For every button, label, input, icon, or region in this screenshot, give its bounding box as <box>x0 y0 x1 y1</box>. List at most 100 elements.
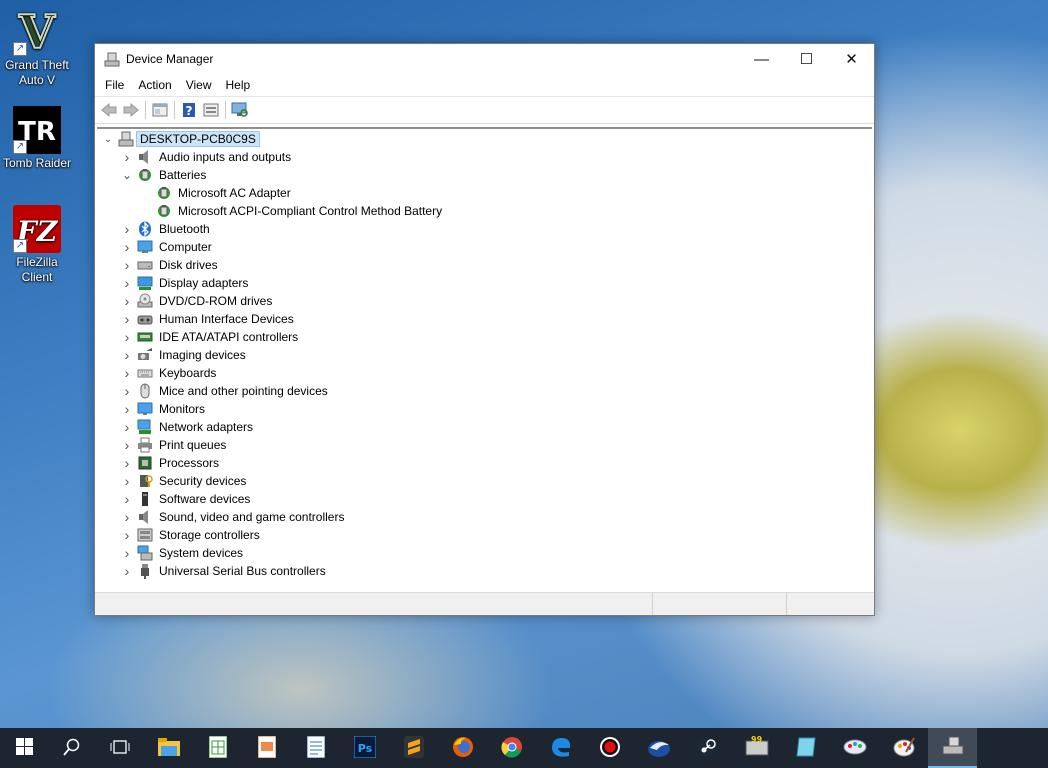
desktop-icon-filezilla[interactable]: FZ ↗ FileZilla Client <box>0 205 74 285</box>
help-button[interactable]: ? <box>178 99 200 121</box>
taskbar-button-steam[interactable] <box>683 728 732 768</box>
device-manager-icon <box>104 51 120 67</box>
tree-category-row[interactable]: › Bluetooth <box>97 220 872 238</box>
tree-category-row[interactable]: › Sound, video and game controllers <box>97 508 872 526</box>
desktop-icon-tomb-raider[interactable]: TR ↗ Tomb Raider <box>0 106 74 171</box>
chevron-right-icon[interactable]: › <box>121 526 133 544</box>
tree-device-row[interactable]: Microsoft ACPI-Compliant Control Method … <box>97 202 872 220</box>
tree-device-row[interactable]: Microsoft AC Adapter <box>97 184 872 202</box>
tree-category-row[interactable]: › Keyboards <box>97 364 872 382</box>
maximize-button[interactable]: ☐ <box>784 44 829 74</box>
status-pane-main <box>95 593 653 615</box>
chevron-right-icon[interactable]: › <box>121 472 133 490</box>
tree-category-row[interactable]: › IDE ATA/ATAPI controllers <box>97 328 872 346</box>
tree-category-row[interactable]: › Print queues <box>97 436 872 454</box>
taskbar-button-file-explorer[interactable] <box>144 728 193 768</box>
app-icon <box>795 736 817 761</box>
scan-hardware-button[interactable] <box>229 99 251 121</box>
monitor-tool-icon: 99 <box>745 735 769 761</box>
tree-root-row[interactable]: ⌄ DESKTOP-PCB0C9S <box>97 130 872 148</box>
taskbar-button-edge[interactable] <box>536 728 585 768</box>
tree-category-row[interactable]: › DVD/CD-ROM drives <box>97 292 872 310</box>
chevron-right-icon[interactable]: › <box>121 256 133 274</box>
tree-category-row[interactable]: › Software devices <box>97 490 872 508</box>
device-tree-panel[interactable]: ⌄ DESKTOP-PCB0C9S › Audio inputs and outp… <box>97 127 872 591</box>
properties-button[interactable] <box>149 99 171 121</box>
taskbar-button-sublime-text[interactable] <box>389 728 438 768</box>
chevron-right-icon[interactable]: › <box>121 220 133 238</box>
details-button[interactable] <box>200 99 222 121</box>
tree-category-row[interactable]: › Security devices <box>97 472 872 490</box>
minimize-button[interactable]: — <box>739 44 784 74</box>
chevron-right-icon[interactable]: › <box>121 382 133 400</box>
chevron-right-icon[interactable]: › <box>121 490 133 508</box>
menu-view[interactable]: View <box>179 74 219 96</box>
chevron-right-icon[interactable]: › <box>121 400 133 418</box>
desktop-icon-gta-v[interactable]: V ↗ Grand Theft Auto V <box>0 4 74 88</box>
taskbar-button-screen-recorder[interactable] <box>585 728 634 768</box>
taskbar-button-chrome[interactable] <box>487 728 536 768</box>
taskbar-button-spreadsheet[interactable] <box>193 728 242 768</box>
chevron-right-icon[interactable]: › <box>121 364 133 382</box>
taskbar-button-presentation[interactable] <box>242 728 291 768</box>
tree-category-row[interactable]: › Processors <box>97 454 872 472</box>
tree-category-row[interactable]: › Disk drives <box>97 256 872 274</box>
taskbar-button-search[interactable] <box>48 728 96 768</box>
tree-category-row[interactable]: › Storage controllers <box>97 526 872 544</box>
close-button[interactable]: ✕ <box>829 44 874 74</box>
chevron-right-icon[interactable]: › <box>121 418 133 436</box>
svg-text:Ps: Ps <box>357 742 372 755</box>
taskbar-button-start[interactable] <box>0 728 48 768</box>
taskbar-button-device-manager[interactable] <box>928 728 977 768</box>
tree-category-row[interactable]: › Display adapters <box>97 274 872 292</box>
chevron-right-icon[interactable]: › <box>121 544 133 562</box>
taskbar-button-thunderbird[interactable] <box>634 728 683 768</box>
taskbar-button-task-view[interactable] <box>96 728 144 768</box>
back-button[interactable] <box>98 99 120 121</box>
menu-bar: File Action View Help <box>95 74 874 97</box>
chevron-down-icon[interactable]: ⌄ <box>102 130 114 148</box>
desktop-icon-label: Grand Theft Auto V <box>5 58 69 87</box>
menu-action[interactable]: Action <box>131 74 178 96</box>
chevron-right-icon[interactable]: › <box>121 148 133 166</box>
tree-category-row[interactable]: › Human Interface Devices <box>97 310 872 328</box>
tree-category-row[interactable]: › Monitors <box>97 400 872 418</box>
forward-button[interactable] <box>120 99 142 121</box>
tree-category-row[interactable]: › Network adapters <box>97 418 872 436</box>
tree-category-label: IDE ATA/ATAPI controllers <box>159 330 299 344</box>
tree-category-label: Storage controllers <box>159 528 260 542</box>
tree-category-row[interactable]: › Universal Serial Bus controllers <box>97 562 872 580</box>
tree-category-row[interactable]: › Mice and other pointing devices <box>97 382 872 400</box>
title-bar[interactable]: Device Manager — ☐ ✕ <box>95 44 874 74</box>
chevron-right-icon[interactable]: › <box>121 508 133 526</box>
tree-category-label: Human Interface Devices <box>159 312 294 326</box>
chevron-right-icon[interactable]: › <box>121 238 133 256</box>
menu-file[interactable]: File <box>98 74 131 96</box>
chevron-right-icon[interactable]: › <box>121 454 133 472</box>
chevron-right-icon[interactable]: › <box>121 328 133 346</box>
chevron-right-icon[interactable]: › <box>121 562 133 580</box>
chevron-right-icon[interactable]: › <box>121 436 133 454</box>
taskbar-button-paint[interactable] <box>830 728 879 768</box>
taskbar-button-document[interactable] <box>291 728 340 768</box>
tree-category-label: Sound, video and game controllers <box>159 510 345 524</box>
taskbar-button-photoshop[interactable]: Ps <box>340 728 389 768</box>
tree-category-row[interactable]: › System devices <box>97 544 872 562</box>
taskbar-button-firefox[interactable] <box>438 728 487 768</box>
tree-category-row[interactable]: › Imaging devices <box>97 346 872 364</box>
search-icon <box>63 738 81 759</box>
chevron-down-icon[interactable]: ⌄ <box>121 166 133 184</box>
chevron-right-icon[interactable]: › <box>121 346 133 364</box>
taskbar-button-palette[interactable] <box>879 728 928 768</box>
sound-controller-icon <box>137 509 153 525</box>
chevron-right-icon[interactable]: › <box>121 274 133 292</box>
taskbar-button-app[interactable] <box>781 728 830 768</box>
menu-help[interactable]: Help <box>219 74 258 96</box>
chevron-right-icon[interactable]: › <box>121 292 133 310</box>
tree-category-row[interactable]: ⌄ Batteries <box>97 166 872 184</box>
tree-category-row[interactable]: › Computer <box>97 238 872 256</box>
taskbar-button-monitor-tool[interactable]: 99 <box>732 728 781 768</box>
tree-category-row[interactable]: › Audio inputs and outputs <box>97 148 872 166</box>
chevron-right-icon[interactable]: › <box>121 310 133 328</box>
disk-drive-icon <box>137 257 153 273</box>
